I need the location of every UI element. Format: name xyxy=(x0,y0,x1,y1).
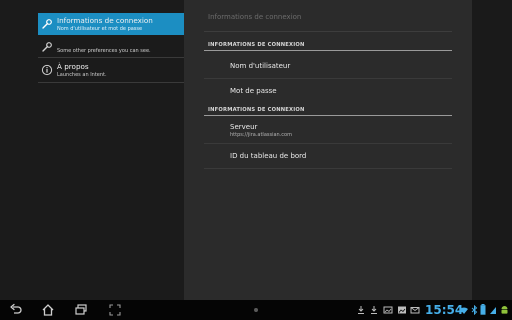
android-icon[interactable] xyxy=(500,305,509,315)
wifi-icon xyxy=(460,307,468,314)
back-icon[interactable] xyxy=(9,303,23,317)
image-icon[interactable] xyxy=(383,305,393,315)
header-summary: Launches an Intent. xyxy=(57,72,107,78)
wrench-icon xyxy=(42,42,52,52)
header-summary: Some other preferences you can see. xyxy=(57,48,151,54)
settings-app: Informations de connexion Nom d'utilisat… xyxy=(0,0,512,300)
wrench-icon xyxy=(42,19,52,29)
signal-icon xyxy=(490,307,496,314)
header-summary: Nom d'utilisateur et mot de passe xyxy=(57,26,143,32)
system-bar: 15:54 xyxy=(0,300,512,320)
page-indicator xyxy=(254,308,258,312)
header-divider xyxy=(38,57,184,58)
recent-apps-icon[interactable] xyxy=(74,303,88,317)
detail-title: Informations de connexion xyxy=(208,13,302,21)
header-divider xyxy=(38,82,184,83)
header-about[interactable]: À propos Launches an Intent. xyxy=(38,60,184,82)
category-divider xyxy=(204,50,452,51)
category-title: INFORMATIONS DE CONNEXION xyxy=(208,107,305,113)
home-icon[interactable] xyxy=(41,303,55,317)
pref-server-summary: https://jira.atlassian.com xyxy=(230,132,292,138)
title-divider xyxy=(204,31,452,32)
clock[interactable]: 15:54 xyxy=(425,303,463,317)
pref-divider xyxy=(204,143,452,144)
pref-password[interactable]: Mot de passe xyxy=(230,87,277,95)
preference-headers-pane: Informations de connexion Nom d'utilisat… xyxy=(0,0,184,300)
category-title: INFORMATIONS DE CONNEXION xyxy=(208,42,305,48)
screenshot-icon[interactable] xyxy=(108,303,122,317)
header-login-info[interactable]: Informations de connexion Nom d'utilisat… xyxy=(38,13,184,35)
pref-divider xyxy=(204,168,452,169)
email-icon[interactable] xyxy=(410,305,420,315)
category-divider xyxy=(204,115,452,116)
pref-username[interactable]: Nom d'utilisateur xyxy=(230,62,290,70)
battery-icon xyxy=(480,304,486,315)
gallery-icon[interactable] xyxy=(397,305,407,315)
pref-dashboard-id[interactable]: ID du tableau de bord xyxy=(230,152,306,160)
pref-divider xyxy=(204,78,452,79)
info-icon xyxy=(41,64,53,76)
download-icon[interactable] xyxy=(369,305,379,315)
header-other-preferences[interactable]: Some other preferences you can see. xyxy=(38,38,184,56)
right-margin xyxy=(472,0,512,300)
download-icon[interactable] xyxy=(356,305,366,315)
bluetooth-icon xyxy=(471,305,478,315)
pref-server[interactable]: Serveur xyxy=(230,123,257,131)
preference-detail-pane: Informations de connexion INFORMATIONS D… xyxy=(184,0,472,300)
header-title: Informations de connexion xyxy=(57,16,153,25)
header-title: À propos xyxy=(57,62,89,71)
